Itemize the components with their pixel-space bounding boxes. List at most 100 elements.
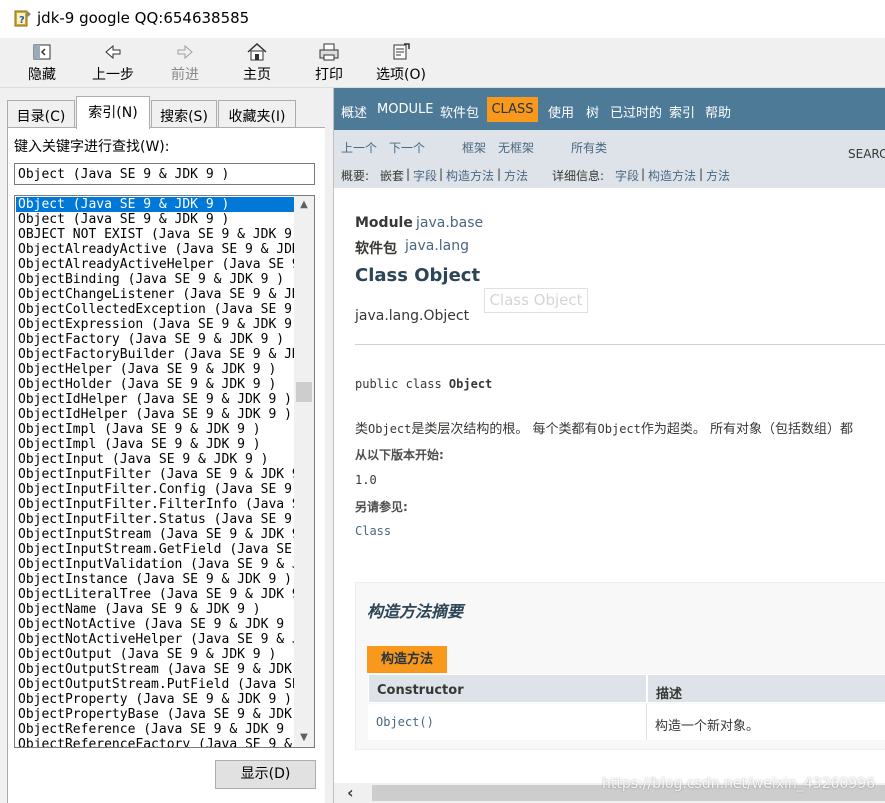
list-item[interactable]: ObjectChangeListener (Java SE 9 & JDK xyxy=(16,287,294,302)
list-item[interactable]: ObjectInput (Java SE 9 & JDK 9 ) xyxy=(16,452,294,467)
nav-use[interactable]: 使用 xyxy=(548,102,574,121)
summary-caption: 构造方法 xyxy=(367,646,447,673)
hide-button[interactable]: 隐藏 xyxy=(22,40,62,84)
nav-module[interactable]: MODULE xyxy=(377,102,433,117)
list-item[interactable]: ObjectNotActiveHelper (Java SE 9 & J xyxy=(16,632,294,647)
nav-tree[interactable]: 树 xyxy=(586,102,599,121)
list-item[interactable]: ObjectReference (Java SE 9 & JDK 9 ) xyxy=(16,722,294,737)
separator: | xyxy=(497,167,502,181)
summary-field-link[interactable]: 字段 xyxy=(413,167,437,184)
see-also-link[interactable]: Class xyxy=(355,524,391,538)
list-item[interactable]: ObjectInputStream.GetField (Java SE xyxy=(16,542,294,557)
home-button[interactable]: 主页 xyxy=(237,40,277,84)
toolbar: 隐藏 上一步 前进 主页 打印 选项(O) xyxy=(0,38,885,88)
all-classes-link[interactable]: 所有类 xyxy=(571,139,607,156)
top-nav-bar: 概述 MODULE 软件包 CLASS 使用 树 已过时的 索引 帮助 xyxy=(334,88,885,130)
constructor-link[interactable]: Object() xyxy=(368,704,647,740)
list-item[interactable]: ObjectImpl (Java SE 9 & JDK 9 ) xyxy=(16,437,294,452)
print-button[interactable]: 打印 xyxy=(309,40,349,84)
list-item[interactable]: ObjectIdHelper (Java SE 9 & JDK 9 ) xyxy=(16,392,294,407)
list-item[interactable]: ObjectInputValidation (Java SE 9 & J xyxy=(16,557,294,572)
frames-link[interactable]: 框架 xyxy=(462,139,486,156)
list-item[interactable]: ObjectReferenceFactory (Java SE 9 & xyxy=(16,737,294,747)
keyword-list[interactable]: Object (Java SE 9 & JDK 9 ) Object (Java … xyxy=(14,195,315,748)
list-item[interactable]: ObjectAlreadyActiveHelper (Java SE 9 xyxy=(16,257,294,272)
tab-search[interactable]: 搜索(S) xyxy=(151,100,217,128)
title-bar: ? jdk-9 google QQ:654638585 xyxy=(0,0,885,38)
summary-constructor-link[interactable]: 构造方法 xyxy=(446,167,494,184)
list-item[interactable]: ObjectPropertyBase (Java SE 9 & JDK xyxy=(16,707,294,722)
list-item[interactable]: ObjectHolder (Java SE 9 & JDK 9 ) xyxy=(16,377,294,392)
nav-package[interactable]: 软件包 xyxy=(440,102,479,121)
list-item[interactable]: ObjectAlreadyActive (Java SE 9 & JDK xyxy=(16,242,294,257)
constructor-description: 构造一个新对象。 xyxy=(647,704,885,740)
detail-method-link[interactable]: 方法 xyxy=(706,167,730,184)
watermark: https://blog.csdn.net/weixin_43260996 xyxy=(602,776,876,792)
module-link[interactable]: java.base xyxy=(416,215,483,231)
document-pane: 概述 MODULE 软件包 CLASS 使用 树 已过时的 索引 帮助 上一个 … xyxy=(333,88,885,803)
tab-contents[interactable]: 目录(C) xyxy=(7,100,75,128)
keyword-list-scrollbar[interactable]: ▲ ▼ xyxy=(294,196,314,747)
constructor-summary: 构造方法摘要 构造方法 Constructor 描述 Object() 构造一个… xyxy=(355,582,885,750)
list-item[interactable]: OBJECT NOT EXIST (Java SE 9 & JDK 9 xyxy=(16,227,294,242)
list-item[interactable]: ObjectInstance (Java SE 9 & JDK 9 ) xyxy=(16,572,294,587)
list-item[interactable]: ObjectNotActive (Java SE 9 & JDK 9 ) xyxy=(16,617,294,632)
list-item[interactable]: ObjectOutput (Java SE 9 & JDK 9 ) xyxy=(16,647,294,662)
nav-deprecated[interactable]: 已过时的 xyxy=(610,102,662,121)
list-item[interactable]: ObjectImpl (Java SE 9 & JDK 9 ) xyxy=(16,422,294,437)
nav-index[interactable]: 索引 xyxy=(669,102,695,121)
list-item[interactable]: ObjectCollectedException (Java SE 9 xyxy=(16,302,294,317)
list-item[interactable]: ObjectFactoryBuilder (Java SE 9 & JD xyxy=(16,347,294,362)
list-item[interactable]: ObjectInputStream (Java SE 9 & JDK 9 xyxy=(16,527,294,542)
detail-constructor-link[interactable]: 构造方法 xyxy=(648,167,696,184)
tab-favorites[interactable]: 收藏夹(I) xyxy=(218,100,296,128)
next-class-link[interactable]: 下一个 xyxy=(389,139,425,156)
list-item[interactable]: ObjectFactory (Java SE 9 & JDK 9 ) xyxy=(16,332,294,347)
list-item[interactable]: ObjectHelper (Java SE 9 & JDK 9 ) xyxy=(16,362,294,377)
nav-help[interactable]: 帮助 xyxy=(705,102,731,121)
list-item[interactable]: ObjectInputFilter.Config (Java SE 9 xyxy=(16,482,294,497)
prev-class-link[interactable]: 上一个 xyxy=(341,139,377,156)
since-label: 从以下版本开始: xyxy=(355,448,444,462)
display-button[interactable]: 显示(D) xyxy=(215,760,316,789)
list-item[interactable]: ObjectIdHelper (Java SE 9 & JDK 9 ) xyxy=(16,407,294,422)
forward-button[interactable]: 前进 xyxy=(165,40,205,84)
list-item[interactable]: ObjectInputFilter (Java SE 9 & JDK 9 xyxy=(16,467,294,482)
scroll-left-icon[interactable]: ‹ xyxy=(347,783,354,803)
scroll-thumb[interactable] xyxy=(296,382,312,402)
list-item[interactable]: ObjectInputFilter.FilterInfo (Java S xyxy=(16,497,294,512)
list-item[interactable]: ObjectLiteralTree (Java SE 9 & JDK 9 xyxy=(16,587,294,602)
list-item[interactable]: ObjectBinding (Java SE 9 & JDK 9 ) xyxy=(16,272,294,287)
list-item[interactable]: ObjectProperty (Java SE 9 & JDK 9 ) xyxy=(16,692,294,707)
keyword-input[interactable] xyxy=(14,163,315,185)
no-frames-link[interactable]: 无框架 xyxy=(498,139,534,156)
nav-overview[interactable]: 概述 xyxy=(341,102,367,121)
tab-index[interactable]: 索引(N) xyxy=(76,96,150,129)
package-link[interactable]: java.lang xyxy=(405,238,469,254)
printer-icon xyxy=(319,43,339,61)
page-title: Class Object xyxy=(355,265,481,286)
description-text: 作为超类。 所有对象（包括数组）都 xyxy=(640,422,854,437)
list-item[interactable]: ObjectOutputStream (Java SE 9 & JDK xyxy=(16,662,294,677)
list-item[interactable]: ObjectExpression (Java SE 9 & JDK 9 xyxy=(16,317,294,332)
options-button[interactable]: 选项(O) xyxy=(372,40,430,84)
list-item[interactable]: ObjectName (Java SE 9 & JDK 9 ) xyxy=(16,602,294,617)
back-button[interactable]: 上一步 xyxy=(86,40,140,84)
see-also-label: 另请参见: xyxy=(355,500,408,514)
scroll-down-icon[interactable]: ▼ xyxy=(294,729,314,747)
scroll-up-icon[interactable]: ▲ xyxy=(294,196,314,214)
search-label: SEARCH xyxy=(848,147,885,161)
table-header-constructor: Constructor xyxy=(368,674,647,703)
list-item[interactable]: Object (Java SE 9 & JDK 9 ) xyxy=(16,212,294,227)
list-item[interactable]: ObjectOutputStream.PutField (Java SE xyxy=(16,677,294,692)
description-code: Object xyxy=(368,422,412,436)
summary-nested: 嵌套 xyxy=(380,169,405,183)
detail-field-link[interactable]: 字段 xyxy=(615,167,639,184)
description-code: Object xyxy=(597,422,641,436)
summary-method-link[interactable]: 方法 xyxy=(504,167,528,184)
class-declaration: public class Object xyxy=(355,377,492,391)
module-label: Module xyxy=(355,215,413,231)
class-description: 类Object是类层次结构的根。 每个类都有Object作为超类。 所有对象（包… xyxy=(355,418,853,437)
list-item[interactable]: ObjectInputFilter.Status (Java SE 9 xyxy=(16,512,294,527)
list-item[interactable]: Object (Java SE 9 & JDK 9 ) xyxy=(16,197,294,212)
